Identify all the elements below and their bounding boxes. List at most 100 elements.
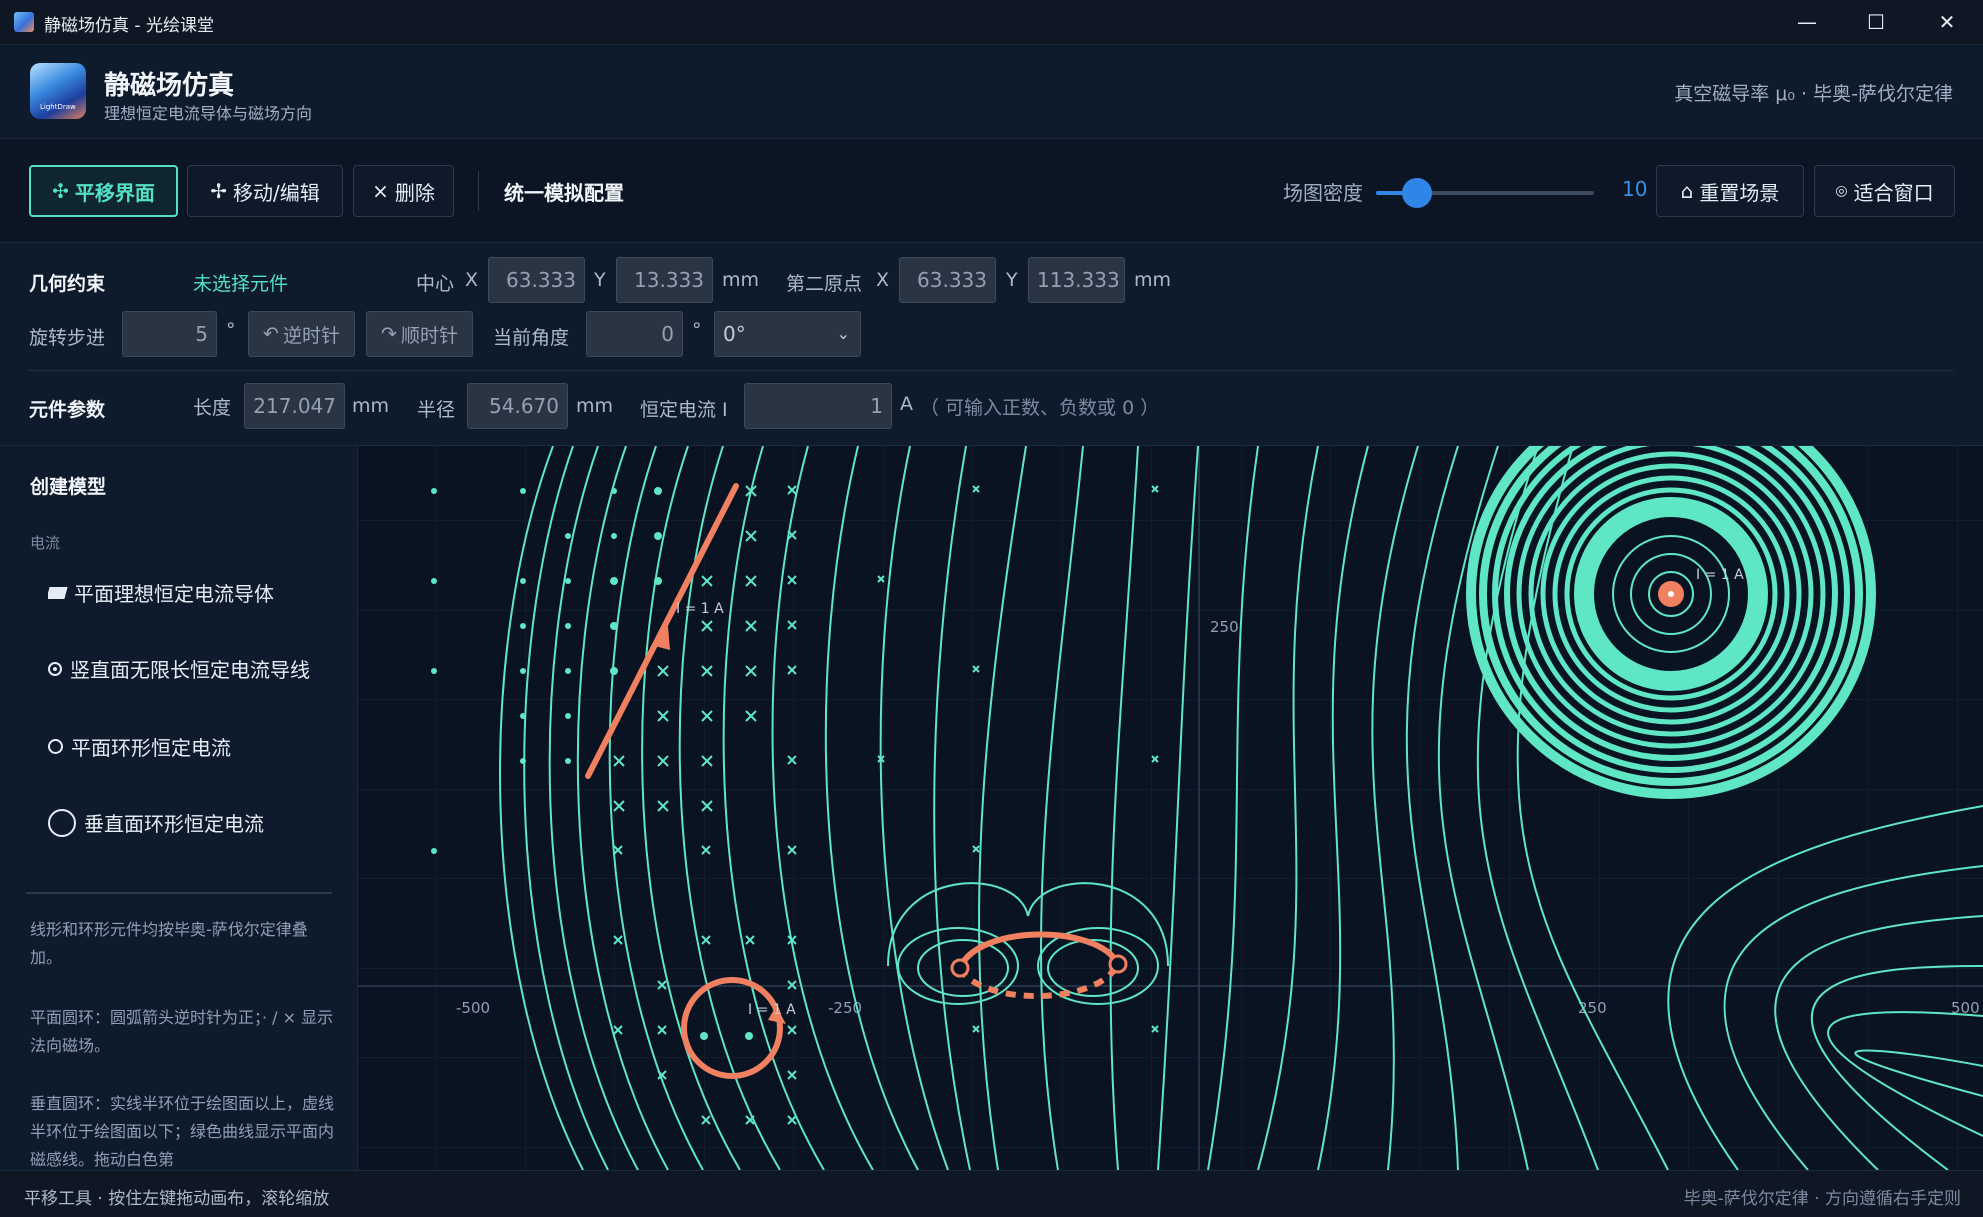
move-icon: ✢ — [210, 179, 227, 203]
element-params-label: 元件参数 — [29, 399, 106, 421]
second-x-input[interactable]: 63.333 — [899, 257, 996, 303]
move-label: 移动/编辑 — [233, 180, 320, 205]
angle-select-value: 0° — [723, 322, 746, 346]
sidebar-item-label: 竖直面无限长恒定电流导线 — [70, 658, 310, 682]
window-title: 静磁场仿真 - 光绘课堂 — [44, 16, 214, 36]
chevron-down-icon: ⌄ — [836, 324, 850, 343]
toolbar: ✣ 平移界面 ✢ 移动/编辑 × 删除 统一模拟配置 场图密度 10 ⌂ 重置场… — [0, 139, 1983, 243]
app-subtitle: 理想恒定电流导体与磁场方向 — [104, 104, 313, 123]
reset-scene-button[interactable]: ⌂ 重置场景 — [1656, 165, 1804, 217]
angle-unit: ° — [692, 319, 702, 341]
params-divider — [28, 370, 1954, 371]
ring-current-label: I = 1 A — [1696, 567, 1744, 583]
sidebar: 创建模型 电流 平面理想恒定电流导体 竖直面无限长恒定电流导线 平面环形恒定电流… — [0, 446, 358, 1170]
minimize-button[interactable]: — — [1778, 0, 1836, 45]
ccw-label: 逆时针 — [282, 324, 340, 347]
sim-config-label[interactable]: 统一模拟配置 — [504, 177, 624, 206]
length-label: 长度 — [193, 397, 232, 419]
y-tick-250: 250 — [1210, 618, 1239, 636]
parameter-panel: 几何约束 未选择元件 中心 X 63.333 Y 13.333 mm 第二原点 … — [0, 243, 1983, 446]
note-vertical-ring: 垂直圆环：实线半环位于绘图面以上，虚线半环位于绘图面以下；绿色曲线显示平面内磁感… — [30, 1094, 335, 1169]
app-icon — [14, 12, 34, 32]
density-label: 场图密度 — [1283, 181, 1363, 205]
title-bar: 静磁场仿真 - 光绘课堂 — ☐ ✕ — [0, 0, 1983, 45]
sidebar-item-label: 平面理想恒定电流导体 — [74, 582, 274, 606]
current-unit: A — [900, 393, 913, 415]
home-icon: ⌂ — [1680, 179, 1694, 203]
vertical-ring-icon — [48, 808, 76, 837]
app-name: 静磁场仿真 — [104, 71, 235, 101]
pan-button[interactable]: ✣ 平移界面 — [29, 165, 178, 217]
move-edit-button[interactable]: ✢ 移动/编辑 — [187, 165, 343, 217]
delete-button[interactable]: × 删除 — [353, 165, 454, 217]
current-hint: （ 可输入正数、负数或 0 ） — [920, 397, 1160, 419]
ccw-icon: ↶ — [263, 323, 279, 345]
sidebar-item-label: 垂直面环形恒定电流 — [84, 812, 264, 836]
field-plot[interactable]: -500 -250 250 500 250 I = 1 A I = 1 A I … — [358, 446, 1983, 1170]
length-input[interactable]: 217.047 — [244, 383, 345, 429]
sidebar-item-label: 平面环形恒定电流 — [71, 736, 231, 760]
app-header: LightDraw 静磁场仿真 理想恒定电流导体与磁场方向 真空磁导率 μ₀ ·… — [0, 45, 1983, 139]
sidebar-item-planar-conductor[interactable]: 平面理想恒定电流导体 — [48, 578, 310, 607]
sidebar-item-vertical-wire[interactable]: 竖直面无限长恒定电流导线 — [48, 654, 310, 683]
ring-endpoint-left[interactable] — [950, 958, 970, 978]
radius-unit: mm — [576, 395, 614, 417]
cw-button[interactable]: ↷ 顺时针 — [366, 311, 473, 357]
status-right: 毕奥-萨伐尔定律 · 方向遵循右手定则 — [1683, 1189, 1961, 1209]
center-x-input[interactable]: 63.333 — [488, 257, 585, 303]
sidebar-divider — [26, 892, 332, 894]
vertical-wire-icon — [48, 661, 62, 676]
radius-label: 半径 — [417, 399, 456, 421]
center-x-label: X — [465, 269, 479, 291]
fit-window-button[interactable]: ◎ 适合窗口 — [1814, 165, 1955, 217]
field-canvas[interactable]: -500 -250 250 500 250 I = 1 A I = 1 A I … — [358, 446, 1983, 1170]
rotate-step-label: 旋转步进 — [29, 327, 106, 349]
create-model-title: 创建模型 — [30, 476, 107, 498]
toolbar-divider — [478, 171, 479, 211]
center-y-input[interactable]: 13.333 — [616, 257, 713, 303]
angle-select[interactable]: 0° ⌄ — [714, 311, 861, 357]
delete-icon: × — [372, 179, 389, 203]
cw-icon: ↷ — [381, 323, 397, 345]
status-left: 平移工具 · 按住左键拖动画布，滚轮缩放 — [24, 1189, 330, 1209]
category-label: 电流 — [30, 534, 61, 552]
pan-label: 平移界面 — [74, 180, 155, 205]
delete-label: 删除 — [394, 180, 435, 205]
second-origin-label: 第二原点 — [786, 273, 863, 295]
conductor-current-label: I = 1 A — [676, 601, 724, 617]
second-x-label: X — [876, 269, 890, 291]
close-button[interactable]: ✕ — [1918, 0, 1976, 45]
logo-text: LightDraw — [40, 103, 76, 111]
small-ring-current-label: I = 1 A — [748, 1002, 796, 1018]
rotate-step-input[interactable]: 5 — [122, 311, 217, 357]
current-input[interactable]: 1 — [744, 383, 892, 429]
center-unit: mm — [722, 269, 760, 291]
second-unit: mm — [1134, 269, 1172, 291]
rotate-step-unit: ° — [226, 319, 236, 341]
note-planar-ring: 平面圆环：圆弧箭头逆时针为正；· / × 显示法向磁场。 — [30, 1008, 334, 1055]
second-y-input[interactable]: 113.333 — [1028, 257, 1125, 303]
status-bar: 平移工具 · 按住左键拖动画布，滚轮缩放 毕奥-萨伐尔定律 · 方向遵循右手定则 — [0, 1170, 1983, 1217]
fit-label: 适合窗口 — [1853, 180, 1934, 205]
x-tick-neg500: -500 — [456, 999, 490, 1017]
second-y-label: Y — [1006, 269, 1018, 291]
current-angle-input[interactable]: 0 — [586, 311, 683, 357]
pan-icon: ✣ — [52, 179, 69, 203]
maximize-button[interactable]: ☐ — [1847, 0, 1905, 45]
planar-ring-icon — [48, 739, 63, 754]
note-superposition: 线形和环形元件均按毕奥-萨伐尔定律叠加。 — [30, 920, 308, 967]
current-label: 恒定电流 I — [640, 399, 728, 421]
radius-input[interactable]: 54.670 — [467, 383, 568, 429]
ring-center-dot — [1668, 591, 1674, 597]
ring-endpoint-right[interactable] — [1108, 954, 1128, 974]
density-slider-thumb[interactable] — [1402, 178, 1432, 208]
ccw-button[interactable]: ↶ 逆时针 — [248, 311, 355, 357]
sidebar-item-planar-ring[interactable]: 平面环形恒定电流 — [48, 732, 310, 761]
sidebar-item-vertical-ring[interactable]: 垂直面环形恒定电流 — [48, 808, 310, 837]
target-icon: ◎ — [1835, 183, 1848, 199]
geometry-label: 几何约束 — [29, 273, 106, 295]
app-logo: LightDraw — [30, 63, 86, 119]
planar-conductor-icon — [48, 586, 68, 599]
density-value: 10 — [1622, 177, 1648, 201]
selection-status: 未选择元件 — [193, 273, 289, 295]
